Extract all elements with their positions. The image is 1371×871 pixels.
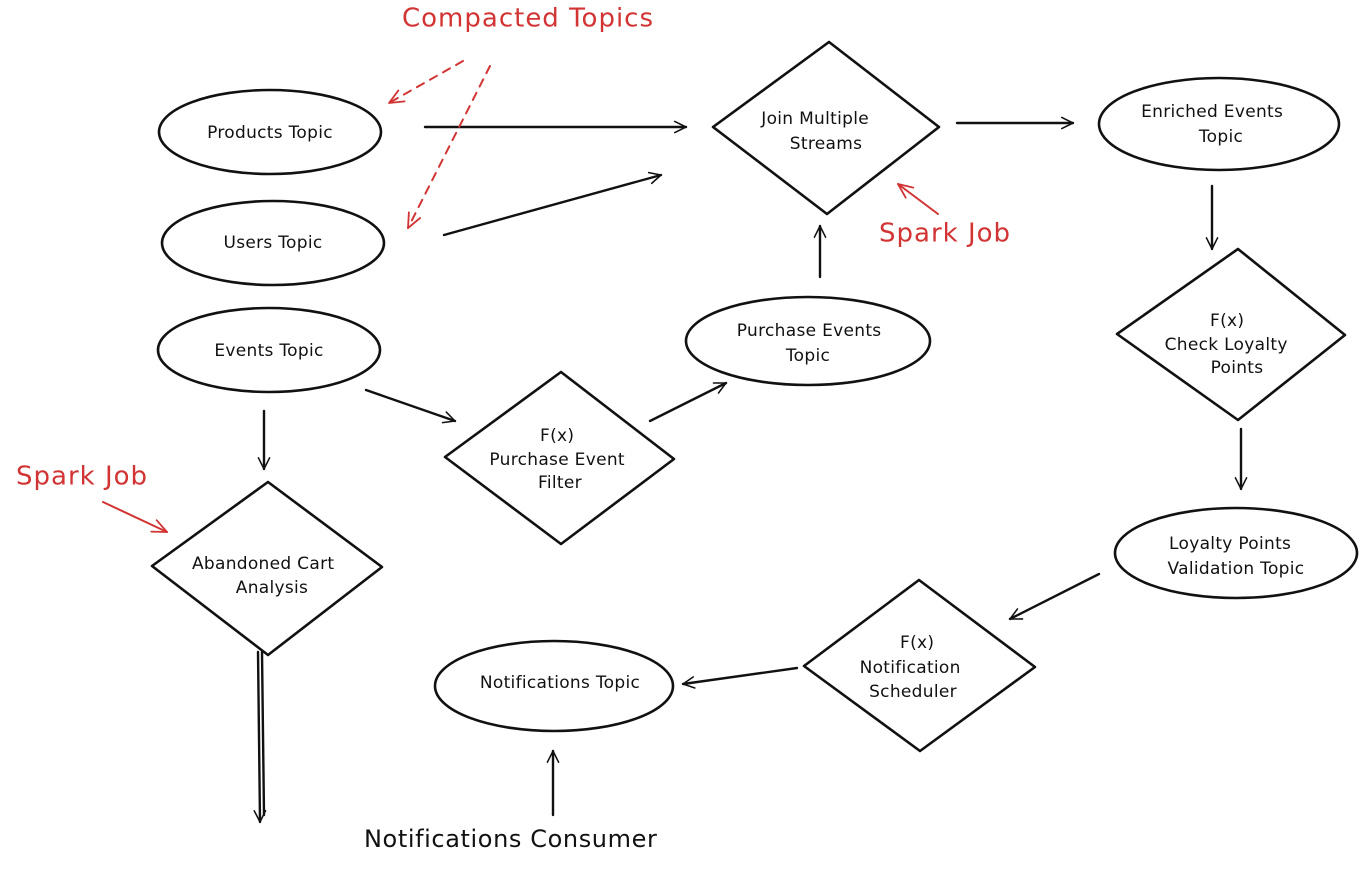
edge-users-to-join xyxy=(442,171,663,237)
node-label-line: Points xyxy=(1211,358,1264,378)
node-purchase-event-filter[interactable]: F(x) Purchase Event Filter xyxy=(443,370,676,546)
node-label-line: F(x) xyxy=(1210,311,1244,331)
node-label-line: Check Loyalty xyxy=(1165,335,1288,355)
pipeline-diagram: Products Topic Users Topic Events Topic … xyxy=(16,4,1359,853)
node-label-line: Notification xyxy=(860,658,961,678)
node-label-line: Purchase Events xyxy=(737,321,882,341)
edges xyxy=(253,116,1248,824)
node-label-line: Filter xyxy=(538,473,582,493)
node-purchase-events-topic[interactable]: Purchase Events Topic xyxy=(684,295,932,387)
annotation-compacted-topics: Compacted Topics xyxy=(402,4,654,34)
edge-scheduler-to-notifications xyxy=(681,666,799,689)
node-label-line: Topic xyxy=(785,346,830,366)
node-label-line: Scheduler xyxy=(869,682,957,702)
node-label: Products Topic xyxy=(207,123,333,143)
notifications-consumer-label: Notifications Consumer xyxy=(364,825,657,853)
node-loyalty-points-validation-topic[interactable]: Loyalty Points Validation Topic xyxy=(1113,506,1359,600)
node-check-loyalty-points[interactable]: F(x) Check Loyalty Points xyxy=(1115,247,1347,422)
node-users-topic[interactable]: Users Topic xyxy=(160,199,386,287)
node-enriched-events-topic[interactable]: Enriched Events Topic xyxy=(1097,76,1341,172)
node-label-line: Join Multiple xyxy=(760,109,869,129)
node-label-line: Analysis xyxy=(236,578,308,598)
node-label-line: F(x) xyxy=(900,633,934,653)
annotation-spark-job-join: Spark Job xyxy=(879,219,1011,249)
spark-job-arrow-to-cart xyxy=(102,501,168,533)
node-label-line: Topic xyxy=(1198,127,1243,147)
compacted-arrow-to-products xyxy=(388,60,464,104)
ellipse-shape xyxy=(1097,76,1341,172)
svg-text:Users Topic: Users Topic xyxy=(223,233,322,253)
edge-abandoned-cart-downstream-double xyxy=(260,650,266,817)
node-label-line: F(x) xyxy=(540,426,574,446)
svg-text:Products Topic: Products Topic xyxy=(207,123,333,143)
svg-text:Notifications Topic: Notifications Topic xyxy=(480,673,640,693)
node-label: Events Topic xyxy=(214,341,323,361)
node-label-line: Validation Topic xyxy=(1168,559,1305,579)
svg-text:Events Topic: Events Topic xyxy=(214,341,323,361)
edge-events-to-purchase-filter xyxy=(364,388,457,424)
spark-job-arrow-to-join xyxy=(897,183,939,215)
edge-purchase-filter-to-purchase-topic xyxy=(648,381,728,423)
node-label: Notifications Topic xyxy=(480,673,640,693)
compacted-arrow-to-users xyxy=(407,65,491,229)
node-notification-scheduler[interactable]: F(x) Notification Scheduler xyxy=(802,578,1037,753)
node-notifications-topic[interactable]: Notifications Topic xyxy=(433,639,675,733)
node-label-line: Loyalty Points xyxy=(1169,534,1291,554)
node-label-line: Purchase Event xyxy=(489,450,625,470)
node-label: Users Topic xyxy=(223,233,322,253)
node-events-topic[interactable]: Events Topic xyxy=(156,306,382,394)
annotation-spark-job-cart: Spark Job xyxy=(16,462,148,492)
ellipse-shape xyxy=(684,295,932,387)
node-label-line: Streams xyxy=(790,134,862,154)
node-abandoned-cart-analysis[interactable]: Abandoned Cart Analysis xyxy=(150,480,384,657)
edge-validation-to-scheduler xyxy=(1008,572,1101,621)
node-label-line: Abandoned Cart xyxy=(192,554,334,574)
node-label-line: Enriched Events xyxy=(1141,102,1283,122)
node-products-topic[interactable]: Products Topic xyxy=(157,88,383,176)
edge-abandoned-cart-downstream xyxy=(253,650,267,824)
